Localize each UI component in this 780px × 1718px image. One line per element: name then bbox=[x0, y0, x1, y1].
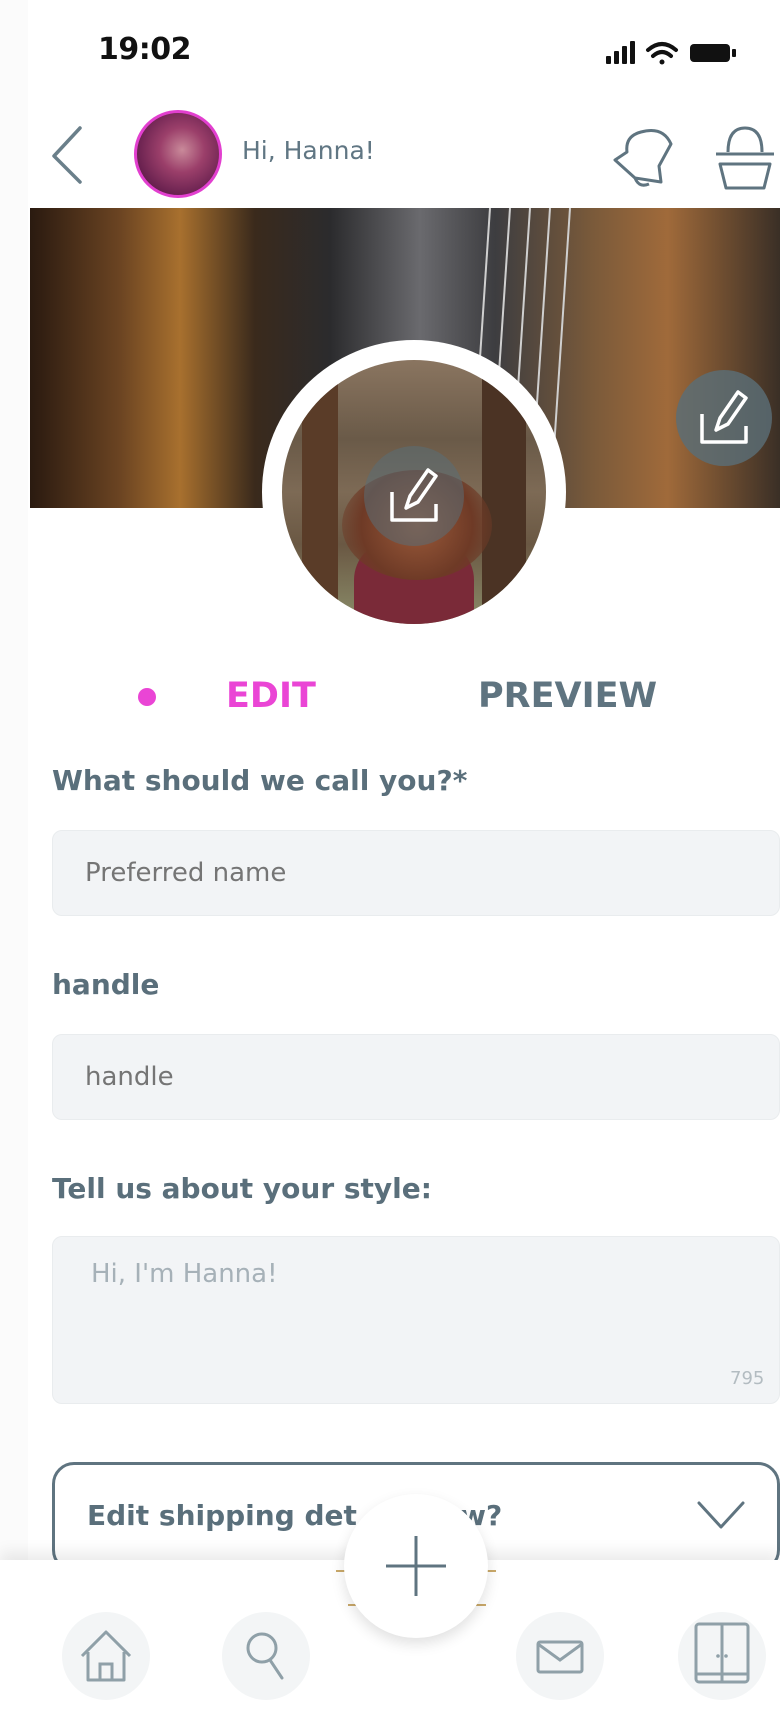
tab-preview[interactable]: PREVIEW bbox=[478, 676, 657, 716]
basket-button[interactable] bbox=[712, 122, 778, 196]
status-icons bbox=[606, 38, 766, 72]
notifications-button[interactable] bbox=[605, 118, 679, 196]
style-placeholder: Hi, I'm Hanna! bbox=[91, 1259, 278, 1289]
style-label: Tell us about your style: bbox=[52, 1172, 432, 1205]
add-button[interactable] bbox=[344, 1494, 488, 1638]
home-icon bbox=[80, 1630, 132, 1682]
wifi-icon bbox=[646, 42, 678, 65]
bell-icon bbox=[613, 129, 673, 187]
messages-button[interactable] bbox=[516, 1612, 604, 1700]
edit-cover-button[interactable] bbox=[676, 370, 772, 466]
chevron-down-icon bbox=[697, 1501, 745, 1529]
active-tab-indicator bbox=[138, 688, 156, 706]
preferred-name-input[interactable] bbox=[52, 830, 780, 916]
status-time: 19:02 bbox=[98, 32, 192, 67]
avatar[interactable] bbox=[134, 110, 222, 198]
mail-icon bbox=[536, 1640, 584, 1674]
left-edge bbox=[0, 0, 28, 1718]
top-bar: Hi, Hanna! bbox=[0, 100, 780, 208]
style-textarea[interactable]: Hi, I'm Hanna! bbox=[52, 1236, 780, 1404]
plus-icon bbox=[386, 1536, 446, 1596]
search-icon bbox=[246, 1632, 284, 1680]
character-counter: 795 bbox=[730, 1368, 765, 1389]
wardrobe-icon bbox=[694, 1622, 750, 1684]
search-button[interactable] bbox=[222, 1612, 310, 1700]
handle-label: handle bbox=[52, 968, 160, 1001]
back-icon bbox=[52, 126, 82, 184]
home-button[interactable] bbox=[62, 1612, 150, 1700]
signal-icon bbox=[606, 41, 635, 64]
wardrobe-button[interactable] bbox=[678, 1612, 766, 1700]
status-bar: 19:02 bbox=[0, 0, 780, 100]
greeting: Hi, Hanna! bbox=[242, 136, 375, 165]
edit-icon bbox=[700, 390, 748, 444]
battery-icon bbox=[690, 44, 736, 62]
edit-icon bbox=[390, 468, 438, 522]
back-button[interactable] bbox=[44, 118, 90, 188]
basket-icon bbox=[716, 126, 774, 190]
tab-edit[interactable]: EDIT bbox=[226, 676, 316, 716]
handle-input[interactable] bbox=[52, 1034, 780, 1120]
edit-avatar-button[interactable] bbox=[364, 446, 464, 546]
name-label: What should we call you?* bbox=[52, 764, 468, 797]
